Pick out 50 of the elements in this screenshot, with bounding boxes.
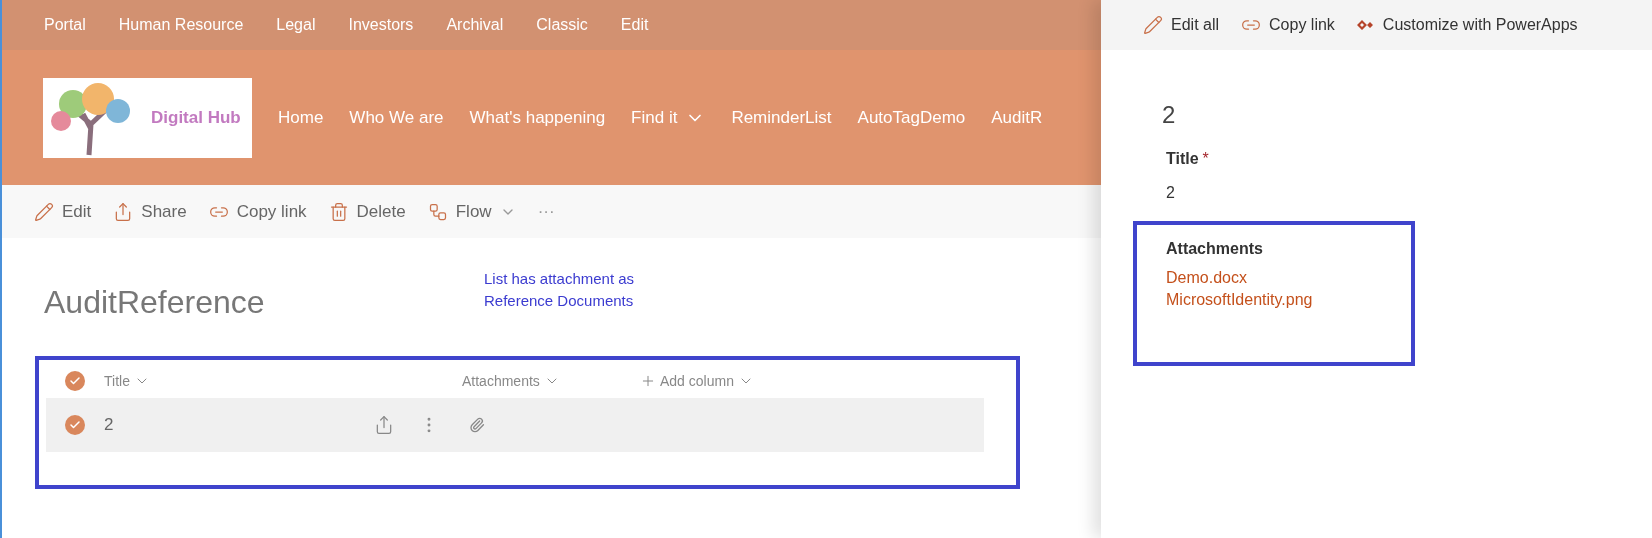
logo-text: Digital Hub [151, 106, 241, 129]
top-nav-link[interactable]: Legal [276, 13, 316, 37]
check-icon [69, 419, 81, 431]
column-header[interactable]: Attachments [462, 370, 640, 392]
share-icon[interactable] [374, 415, 394, 435]
pencil-icon [1143, 15, 1163, 35]
command-button[interactable]: Flow [427, 198, 516, 225]
row-checkbox[interactable] [65, 415, 85, 435]
required-asterisk: * [1202, 149, 1209, 169]
site-nav-link[interactable]: ReminderList [731, 104, 832, 131]
command-button[interactable]: Edit [34, 198, 92, 225]
pencil-icon [34, 201, 54, 222]
panel-command-button[interactable]: Copy link [1241, 13, 1335, 37]
attachment-link[interactable]: MicrosoftIdentity.png [1166, 289, 1313, 311]
annotation-note: List has attachment as Reference Documents [484, 269, 636, 311]
command-button[interactable]: Copy link [208, 198, 307, 225]
check-icon [69, 375, 81, 387]
site-nav-link[interactable]: AutoTagDemo [857, 104, 966, 131]
item-heading: 2 [1162, 100, 1176, 130]
diamonds-icon [1356, 19, 1375, 31]
flow-icon [427, 201, 448, 222]
site-nav-link[interactable]: Find it [631, 104, 706, 131]
top-nav-link[interactable]: Human Resource [118, 13, 244, 37]
command-button[interactable]: Share [113, 198, 187, 225]
top-nav-link[interactable]: Investors [348, 13, 414, 37]
more-button[interactable]: ··· [537, 198, 555, 225]
trash-icon [328, 201, 349, 222]
list-title: AuditReference [44, 283, 266, 322]
site-nav-link[interactable]: Home [278, 104, 324, 131]
attachments-label: Attachments [1166, 239, 1264, 259]
top-nav-link[interactable]: Archival [446, 13, 504, 37]
field-value: 2 [1166, 183, 1175, 203]
site-nav-link[interactable]: Who We are [349, 104, 444, 131]
plus-icon [640, 373, 656, 389]
field-label: Title [1166, 149, 1199, 169]
column-header[interactable]: Add column [640, 370, 754, 392]
command-button[interactable]: Delete [328, 198, 406, 225]
panel-command-button[interactable]: Edit all [1143, 13, 1220, 37]
panel-command-button[interactable]: Customize with PowerApps [1356, 13, 1578, 37]
top-nav-link[interactable]: Portal [44, 13, 86, 37]
site-nav-link[interactable]: What's happening [469, 104, 606, 131]
site-logo[interactable]: Digital Hub [43, 77, 252, 158]
row-checkbox[interactable] [65, 371, 85, 391]
top-nav-link[interactable]: Classic [536, 13, 588, 37]
site-nav-link[interactable]: AuditR [991, 104, 1043, 131]
list-row[interactable]: 2 [46, 398, 984, 452]
top-nav-link[interactable]: Edit [620, 13, 649, 37]
column-header[interactable]: Title [104, 370, 462, 392]
attachment-link[interactable]: Demo.docx [1166, 267, 1247, 289]
row-title[interactable]: 2 [104, 412, 374, 438]
